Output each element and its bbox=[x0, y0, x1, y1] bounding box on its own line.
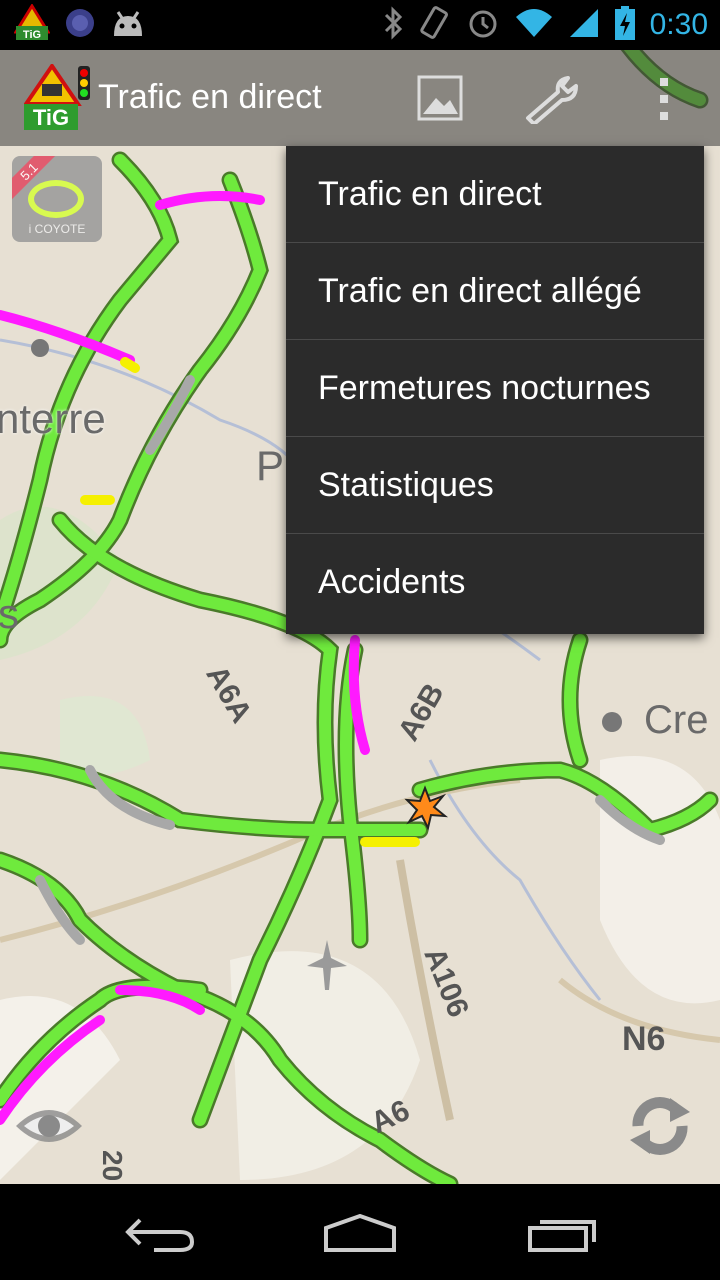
map-label-p: P bbox=[256, 442, 285, 489]
tig-app-icon: TiG bbox=[13, 3, 51, 46]
wrench-icon[interactable] bbox=[522, 74, 582, 128]
svg-text:TiG: TiG bbox=[33, 105, 69, 130]
eye-icon[interactable] bbox=[12, 1100, 86, 1152]
navigation-bar bbox=[0, 1184, 720, 1280]
clock: 0:30 bbox=[649, 8, 708, 41]
map-label-n6: N6 bbox=[622, 1020, 666, 1058]
overflow-menu-icon[interactable] bbox=[654, 76, 674, 126]
status-bar: TiG 0:30 bbox=[0, 0, 720, 50]
svg-text:TiG: TiG bbox=[23, 29, 41, 41]
map-label-nanterre: nterre bbox=[0, 395, 106, 442]
menu-item-statistiques[interactable]: Statistiques bbox=[286, 437, 704, 534]
android-debug-icon bbox=[110, 8, 146, 42]
rotation-icon bbox=[418, 6, 452, 44]
back-icon[interactable] bbox=[124, 1214, 196, 1258]
alarm-icon bbox=[466, 6, 500, 44]
image-icon[interactable] bbox=[416, 74, 464, 126]
menu-item-fermetures-nocturnes[interactable]: Fermetures nocturnes bbox=[286, 340, 704, 437]
map-label-s: s bbox=[0, 590, 19, 637]
refresh-icon[interactable] bbox=[624, 1090, 696, 1166]
page-title: Trafic en direct bbox=[98, 78, 322, 116]
coyote-label: i COYOTE bbox=[28, 222, 86, 236]
circle-notification-icon bbox=[64, 7, 96, 43]
app-logo-icon[interactable]: TiG bbox=[22, 62, 92, 136]
map-label-cre: Cre bbox=[644, 698, 709, 742]
recent-apps-icon[interactable] bbox=[526, 1216, 598, 1256]
bluetooth-icon bbox=[382, 6, 404, 44]
menu-item-trafic-en-direct[interactable]: Trafic en direct bbox=[286, 146, 704, 243]
menu-item-accidents[interactable]: Accidents bbox=[286, 534, 704, 631]
coyote-logo-icon bbox=[28, 180, 84, 218]
overflow-menu: Trafic en direct Trafic en direct allégé… bbox=[286, 146, 704, 634]
home-icon[interactable] bbox=[322, 1213, 398, 1258]
signal-icon bbox=[568, 7, 600, 43]
wifi-icon bbox=[514, 7, 554, 43]
coyote-badge[interactable]: 5.1 i COYOTE bbox=[12, 156, 102, 242]
menu-item-trafic-allege[interactable]: Trafic en direct allégé bbox=[286, 243, 704, 340]
map-label-20: 20 bbox=[97, 1150, 128, 1182]
battery-charging-icon bbox=[614, 5, 636, 45]
action-bar: TiG Trafic en direct bbox=[0, 50, 720, 146]
